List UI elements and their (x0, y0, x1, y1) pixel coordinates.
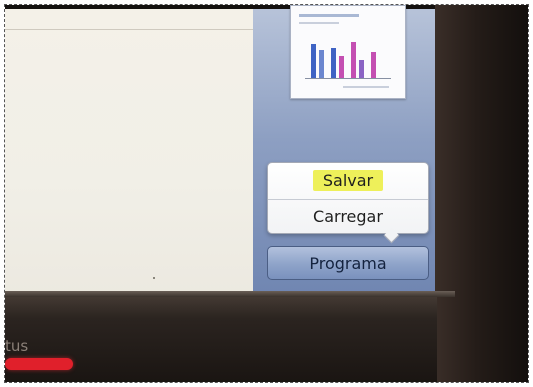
program-button-label: Programa (309, 253, 387, 273)
document-area (5, 9, 254, 291)
document-header (5, 9, 253, 30)
chart-thumbnail[interactable] (290, 5, 406, 99)
thumbnail-bar (371, 52, 376, 78)
load-menu-item[interactable]: Carregar (268, 199, 428, 233)
status-led (5, 358, 73, 370)
thumbnail-bar (339, 56, 344, 78)
load-menu-label: Carregar (313, 207, 383, 226)
program-button[interactable]: Programa (267, 246, 429, 280)
thumbnail-subheader-line (299, 22, 339, 24)
file-menu-popup: Salvar Carregar (267, 162, 429, 234)
thumbnail-legend (343, 86, 389, 88)
thumbnail-bar (319, 50, 324, 78)
device-photo: Salvar Carregar Programa tus (4, 4, 529, 383)
thumbnail-bar (311, 44, 316, 78)
thumbnail-axis (305, 78, 391, 79)
bezel-edge (5, 291, 455, 297)
save-menu-label: Salvar (312, 169, 384, 191)
document-speck (153, 277, 155, 279)
thumbnail-bar (359, 60, 364, 78)
thumbnail-bar (331, 48, 336, 78)
save-menu-item[interactable]: Salvar (268, 163, 428, 197)
status-label: tus (5, 337, 29, 355)
thumbnail-bar (351, 42, 356, 78)
right-bezel (435, 5, 528, 382)
thumbnail-header-line (299, 14, 359, 17)
